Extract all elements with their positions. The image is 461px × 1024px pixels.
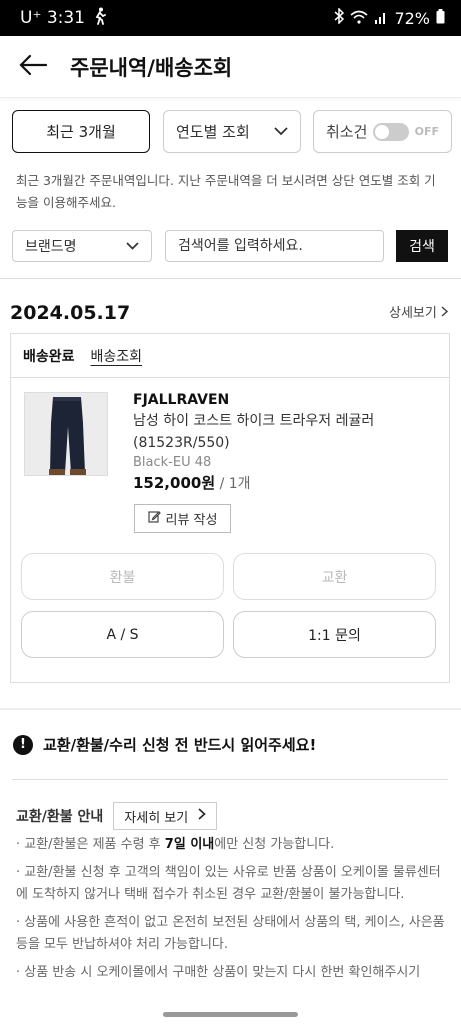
cancelled-orders-toggle-box: 취소건 OFF [313,110,452,153]
search-input[interactable] [165,230,384,262]
page-title: 주문내역/배송조회 [70,55,233,80]
track-delivery-link[interactable]: 배송조회 [91,346,143,366]
guide-header: 교환/환불 안내 자세히 보기 [16,802,218,830]
battery-icon [436,8,445,28]
signal-icon [374,9,388,28]
guide-title: 교환/환불 안내 [16,809,104,825]
app-header: 주문내역/배송조회 [0,36,461,98]
product-price: 152,000원 [133,474,216,492]
product-info: FJALLRAVEN 남성 하이 코스트 하이크 트라우저 레귤러 (81523… [133,392,433,493]
as-button[interactable]: A / S [21,611,224,658]
product-name[interactable]: 남성 하이 코스트 하이크 트라우저 레귤러 (81523R/550) [133,410,433,454]
cancelled-toggle[interactable] [372,122,409,141]
section-divider [0,708,461,710]
inquiry-button[interactable]: 1:1 문의 [233,611,436,658]
cancelled-label: 취소건 [326,123,368,141]
toggle-knob [374,124,389,139]
period-notice: 최근 3개월간 주문내역입니다. 지난 주문내역을 더 보시려면 상단 연도별 … [16,173,436,210]
return-warning-text: 교환/환불/수리 신청 전 반드시 읽어주세요! [43,736,317,754]
brand-select-label: 브랜드명 [25,239,77,255]
gesture-bar[interactable] [163,1012,298,1017]
divider [0,278,461,279]
guide-bullets: · 교환/환불은 제품 수령 후 7일 이내에만 신청 가능합니다. · 교환/… [16,834,446,990]
chevron-down-icon [274,124,288,140]
refund-button[interactable]: 환불 [21,553,224,600]
toggle-state-label: OFF [414,125,439,138]
product-image[interactable] [24,392,108,476]
battery-text: 72% [394,8,430,28]
walking-icon [93,7,107,30]
write-review-button[interactable]: 리뷰 작성 [134,504,231,533]
guide-bullet: · 상품 반송 시 오케이몰에서 구매한 상품이 맞는지 다시 한번 확인해주시… [16,965,421,980]
product-brand: FJALLRAVEN [133,392,230,408]
period-filter: 최근 3개월 연도별 조회 취소건 OFF [12,110,452,154]
order-status-row: 배송완료 배송조회 [11,334,449,378]
brand-select[interactable]: 브랜드명 [12,230,152,262]
write-review-label: 리뷰 작성 [165,513,218,528]
year-select-label: 연도별 조회 [176,123,250,141]
guide-bullet-text: 에만 신청 가능합니다. [214,837,335,852]
order-card: 배송완료 배송조회 FJALLRAVEN 남성 하이 코스트 하이크 트라우저 … [10,333,450,683]
wifi-icon [350,9,368,28]
delivery-status: 배송완료 [23,348,75,365]
exchange-button[interactable]: 교환 [233,553,436,600]
divider [12,779,448,780]
chevron-right-icon [198,808,206,824]
back-arrow-icon[interactable] [18,52,66,82]
guide-bullet: · 교환/환불은 제품 수령 후 7일 이내에만 신청 가능합니다. [16,834,446,856]
search-row: 브랜드명 검색 [12,230,448,262]
product-option: Black-EU 48 [133,455,212,470]
bluetooth-icon [334,7,345,28]
status-time: U⁺ 3:31 [20,8,85,28]
order-date: 2024.05.17 [10,302,131,324]
guide-bullet: · 교환/환불 신청 후 고객의 책임이 있는 사유로 반품 상품이 오케이몰 … [16,865,441,902]
product-quantity: / 1개 [215,476,251,492]
chevron-down-icon [126,239,139,253]
guide-bullet-text: · 교환/환불은 제품 수령 후 [16,837,165,852]
order-detail-label: 상세보기 [389,306,437,321]
guide-more-button[interactable]: 자세히 보기 [113,802,218,830]
year-select[interactable]: 연도별 조회 [163,110,301,153]
chevron-right-icon [441,306,449,321]
recent-3-months-button[interactable]: 최근 3개월 [12,110,150,153]
status-bar: U⁺ 3:31 72% [0,0,461,36]
search-button[interactable]: 검색 [396,230,448,262]
edit-icon [147,510,161,527]
guide-more-label: 자세히 보기 [124,810,189,826]
order-detail-link[interactable]: 상세보기 [389,302,449,321]
return-warning: ! 교환/환불/수리 신청 전 반드시 읽어주세요! [13,734,316,755]
guide-bullet-emphasis: 7일 이내 [164,837,215,852]
product-price-line: 152,000원 / 1개 [133,472,433,493]
alert-icon: ! [13,734,33,755]
guide-bullet: · 상품에 사용한 흔적이 없고 온전히 보전된 상태에서 상품의 택, 케이스… [16,915,445,952]
